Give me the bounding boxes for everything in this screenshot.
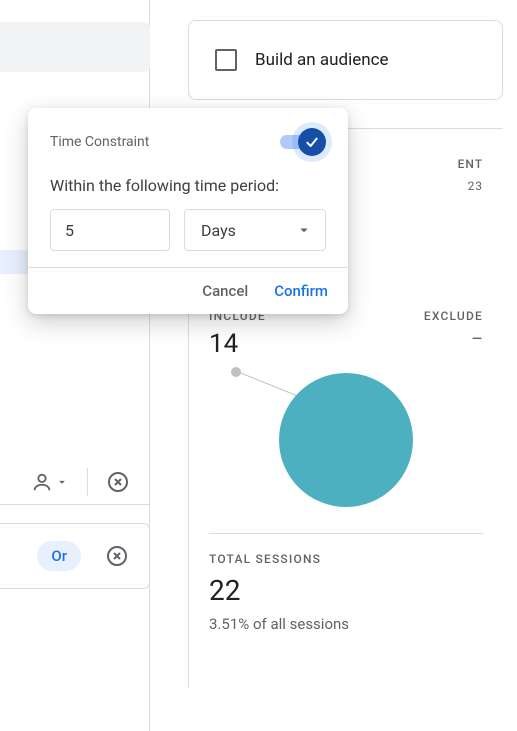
check-icon [304, 134, 320, 150]
sessions-value: 22 [209, 574, 483, 607]
confirm-button[interactable]: Confirm [274, 282, 328, 300]
pie-slice-include [279, 373, 413, 507]
include-pie-chart [209, 363, 483, 533]
remove-condition-button[interactable] [106, 470, 130, 494]
exclude-block: EXCLUDE – [424, 309, 483, 359]
exclude-label: EXCLUDE [424, 309, 483, 323]
chevron-down-icon [295, 221, 313, 239]
build-audience-label: Build an audience [255, 50, 389, 70]
sessions-label: TOTAL SESSIONS [209, 552, 483, 566]
close-circle-icon [106, 470, 130, 494]
dialog-subtitle: Within the following time period: [50, 176, 326, 195]
include-value: 14 [209, 329, 266, 359]
condition-controls: Or [0, 459, 150, 589]
time-constraint-dialog: Time Constraint Within the following tim… [28, 108, 348, 314]
duration-value-input[interactable] [50, 209, 170, 251]
or-condition-box: Or [0, 523, 150, 589]
separator [87, 468, 88, 496]
toggle-knob [298, 128, 326, 156]
build-audience-card[interactable]: Build an audience [188, 20, 503, 100]
exclude-value: – [424, 329, 483, 350]
summary-header-label: ENT [458, 157, 483, 171]
chart-callout-line [237, 371, 300, 397]
left-highlight-chip [0, 250, 30, 274]
divider [209, 533, 483, 534]
or-button[interactable]: Or [37, 541, 81, 571]
chevron-down-icon [55, 475, 69, 489]
duration-unit-select[interactable]: Days [184, 209, 326, 251]
sessions-percent: 3.51% of all sessions [209, 615, 483, 633]
include-block: INCLUDE 14 [209, 309, 266, 359]
cancel-button[interactable]: Cancel [202, 282, 248, 300]
close-circle-icon [105, 544, 129, 568]
summary-header-date: 23 [468, 179, 483, 193]
scope-picker[interactable] [31, 471, 69, 493]
person-icon [31, 471, 53, 493]
scope-row [0, 459, 150, 505]
remove-or-button[interactable] [105, 544, 129, 568]
sessions-block: TOTAL SESSIONS 22 3.51% of all sessions [209, 552, 483, 633]
time-constraint-toggle[interactable] [280, 128, 326, 156]
left-selected-row [0, 22, 150, 72]
build-audience-checkbox[interactable] [215, 49, 237, 71]
dialog-title: Time Constraint [50, 134, 149, 150]
duration-unit-selected: Days [201, 221, 236, 240]
